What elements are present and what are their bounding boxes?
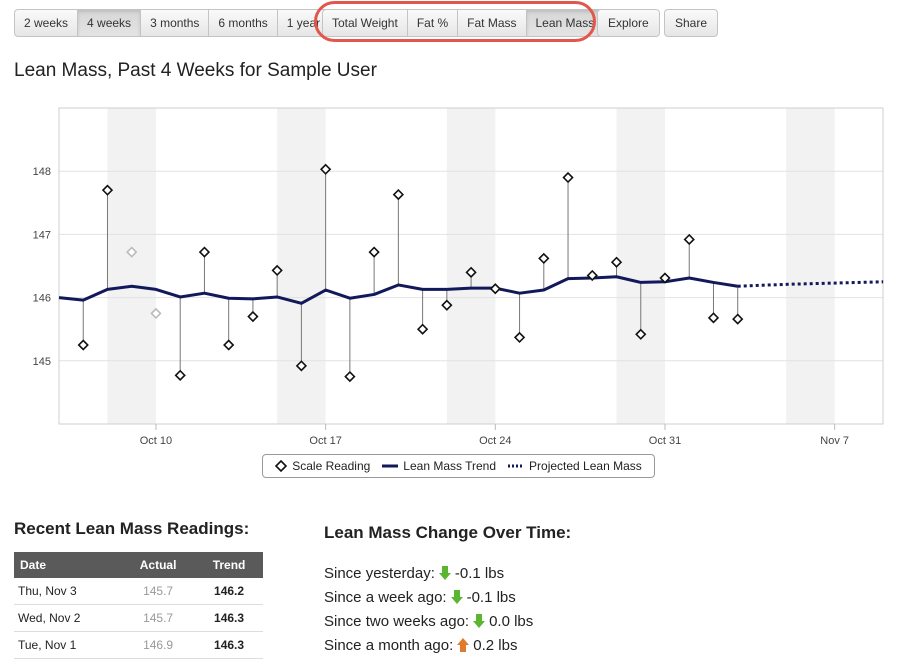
scale-reading-point — [198, 246, 211, 258]
week-band — [616, 108, 665, 424]
row-actual: 145.7 — [121, 578, 196, 605]
scale-reading-point — [416, 323, 429, 335]
change-label: Since a week ago: — [324, 588, 447, 606]
change-label: Since yesterday: — [324, 564, 435, 582]
y-tick-label: 145 — [33, 356, 51, 368]
y-tick-label: 148 — [33, 166, 51, 178]
week-band — [446, 108, 496, 424]
change-row-yesterday: Since yesterday: -0.1 lbs — [324, 561, 533, 585]
legend-projected-label: Projected Lean Mass — [529, 459, 642, 473]
legend-trend-label: Lean Mass Trend — [403, 459, 497, 473]
legend-projected[interactable]: Projected Lean Mass — [508, 459, 642, 473]
scale-reading-point — [513, 331, 526, 344]
table-header-row: Date Actual Trend — [14, 552, 263, 578]
scale-reading-point — [683, 233, 695, 246]
range-3-months-button[interactable]: 3 months — [141, 10, 210, 36]
x-tick-label: Oct 31 — [649, 435, 681, 447]
table-row: Thu, Nov 3 145.7 146.2 — [14, 578, 263, 605]
range-2-weeks-button[interactable]: 2 weeks — [15, 10, 79, 36]
scale-reading-point — [562, 171, 574, 184]
range-selector: 2 weeks 4 weeks 3 months 6 months 1 year — [14, 9, 331, 37]
change-row-two-weeks: Since two weeks ago: 0.0 lbs — [324, 609, 533, 633]
y-tick-label: 147 — [33, 229, 51, 241]
change-row-week: Since a week ago: -0.1 lbs — [324, 585, 533, 609]
week-band — [107, 108, 156, 424]
change-value: -0.1 lbs — [454, 564, 505, 582]
scale-reading-point — [247, 310, 259, 323]
arrow-down-icon — [473, 614, 486, 628]
change-list: Since yesterday: -0.1 lbs Since a week a… — [324, 561, 533, 657]
row-trend: 146.3 — [195, 604, 263, 632]
row-date: Wed, Nov 2 — [14, 604, 122, 632]
scale-reading-point — [77, 339, 89, 351]
change-value: 0.0 lbs — [489, 612, 534, 630]
lean-mass-chart: 145 146 147 148 Oct 10 Oct 17 Oct 24 Oct 31 Nov … — [33, 107, 884, 447]
x-tick-label: Nov 7 — [820, 435, 849, 447]
explore-button[interactable]: Explore — [597, 9, 660, 37]
x-tick-label: Oct 24 — [479, 435, 511, 447]
legend-trend[interactable]: Lean Mass Trend — [382, 459, 496, 473]
row-date: Tue, Nov 1 — [14, 631, 122, 659]
change-value: 0.2 lbs — [473, 636, 518, 654]
row-actual: 145.7 — [121, 604, 196, 632]
header-date: Date — [14, 552, 122, 578]
recent-readings-table: Date Actual Trend Thu, Nov 3 145.7 146.2… — [14, 552, 263, 659]
change-row-month: Since a month ago: 0.2 lbs — [324, 633, 533, 657]
change-label: Since a month ago: — [324, 636, 454, 654]
row-actual: 146.9 — [121, 631, 196, 659]
diamond-marker-icon — [275, 460, 288, 472]
share-button[interactable]: Share — [664, 9, 719, 37]
table-row: Wed, Nov 2 145.7 146.3 — [14, 604, 263, 632]
scale-reading-point — [392, 188, 404, 201]
page-title: Lean Mass, Past 4 Weeks for Sample User — [14, 60, 377, 81]
scale-reading-point — [732, 313, 744, 325]
row-trend: 146.2 — [195, 578, 263, 605]
week-band — [786, 108, 835, 424]
week-band — [277, 108, 326, 424]
chart-legend: Scale Reading Lean Mass Trend Projected … — [262, 454, 655, 478]
scale-reading-point — [538, 252, 550, 265]
table-row: Tue, Nov 1 146.9 146.3 — [14, 631, 263, 659]
highlight-annotation-ring — [314, 1, 596, 42]
x-tick-label: Oct 10 — [140, 435, 172, 447]
change-value: -0.1 lbs — [466, 588, 516, 606]
scale-reading-point — [174, 369, 186, 381]
y-tick-label: 146 — [33, 293, 51, 305]
arrow-down-icon — [450, 590, 463, 604]
solid-line-icon — [382, 464, 399, 468]
scale-reading-point — [223, 339, 235, 351]
change-over-time-title: Lean Mass Change Over Time: — [324, 523, 572, 542]
row-trend: 146.3 — [195, 631, 263, 659]
arrow-down-icon — [438, 566, 451, 580]
dotted-line-icon — [508, 464, 525, 468]
change-label: Since two weeks ago: — [324, 612, 470, 630]
scale-reading-point — [368, 246, 380, 258]
range-6-months-button[interactable]: 6 months — [209, 10, 278, 36]
scale-reading-point — [707, 312, 720, 324]
arrow-up-icon — [457, 638, 470, 652]
recent-readings-title: Recent Lean Mass Readings: — [14, 519, 250, 538]
header-actual: Actual — [121, 552, 196, 578]
header-trend: Trend — [195, 552, 263, 578]
x-tick-label: Oct 17 — [309, 435, 341, 447]
range-4-weeks-button[interactable]: 4 weeks — [78, 10, 142, 36]
legend-scale-label: Scale Reading — [292, 459, 371, 473]
row-date: Thu, Nov 3 — [14, 578, 122, 605]
scale-reading-point — [344, 370, 356, 383]
legend-scale-reading[interactable]: Scale Reading — [275, 459, 370, 473]
